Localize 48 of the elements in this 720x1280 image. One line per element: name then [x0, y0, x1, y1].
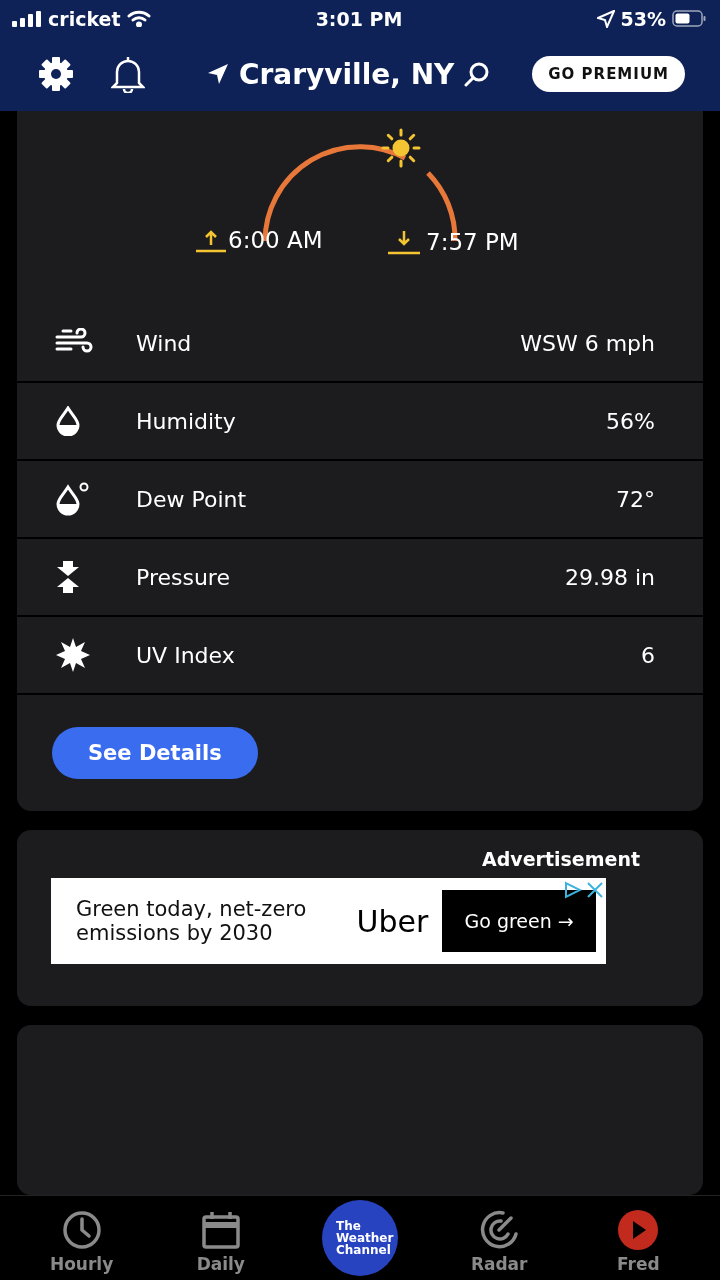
- radar-icon: [479, 1210, 520, 1250]
- bell-icon[interactable]: [111, 55, 145, 93]
- clock-icon: [61, 1210, 102, 1250]
- starburst-icon: [55, 637, 91, 673]
- sunset-icon: [388, 229, 420, 255]
- condition-label: Humidity: [136, 408, 237, 434]
- condition-label: Pressure: [136, 564, 231, 590]
- tab-bar-item[interactable]: Hourly: [12, 1196, 152, 1280]
- tab-bar-item[interactable]: Daily: [151, 1196, 291, 1280]
- location-name[interactable]: Craryville, NY: [238, 57, 455, 91]
- brand-name: Uber: [356, 903, 429, 939]
- carrier-name: cricket: [48, 7, 121, 30]
- condition-value: 56%: [606, 408, 655, 434]
- sunrise-time: 6:00 AM: [228, 227, 323, 253]
- call-to-action-button[interactable]: Go green →: [442, 890, 596, 952]
- tab-bar-item[interactable]: Fred: [568, 1196, 708, 1280]
- status-time: 3:01 PM: [315, 7, 403, 30]
- wifi-icon: [126, 10, 151, 27]
- condition-label: Wind: [136, 330, 193, 356]
- condition-value: 29.98 in: [564, 564, 655, 590]
- weather-channel-logo[interactable]: The Weather Channel: [322, 1200, 398, 1276]
- water-drop-icon: [55, 406, 81, 436]
- ad-banner[interactable]: Green today, net-zero emissions by 2030 Uber Go green →: [51, 878, 606, 964]
- location-arrow-icon: [206, 63, 229, 85]
- condition-value: 6: [641, 642, 655, 668]
- ad-choices-icon[interactable]: [564, 881, 582, 899]
- pressure-icon: [55, 560, 81, 594]
- see-details-button[interactable]: See Details: [52, 727, 258, 779]
- settings-icon[interactable]: [38, 56, 74, 92]
- tab-bar-item[interactable]: Radar: [429, 1196, 569, 1280]
- ad-text: Green today, net-zero emissions by 2030: [76, 897, 308, 945]
- sunset-time: 7:57 PM: [426, 229, 519, 255]
- close-icon[interactable]: [586, 881, 604, 899]
- calendar-icon: [200, 1210, 241, 1250]
- location-arrow-icon: [596, 9, 615, 28]
- battery-icon: [672, 10, 706, 27]
- sunrise-icon: [196, 229, 226, 253]
- search-icon[interactable]: [464, 61, 491, 87]
- condition-label: UV Index: [136, 642, 236, 668]
- go-premium-button[interactable]: GO PREMIUM: [532, 56, 685, 92]
- signal-icon: [12, 10, 42, 27]
- battery-percent: 53%: [620, 7, 666, 30]
- ad-label: Advertisement: [481, 848, 640, 870]
- condition-label: Dew Point: [136, 486, 248, 512]
- dew-point-icon: [55, 481, 91, 517]
- play-icon: [618, 1210, 659, 1250]
- condition-value: WSW 6 mph: [520, 330, 655, 356]
- condition-value: 72°: [616, 486, 655, 512]
